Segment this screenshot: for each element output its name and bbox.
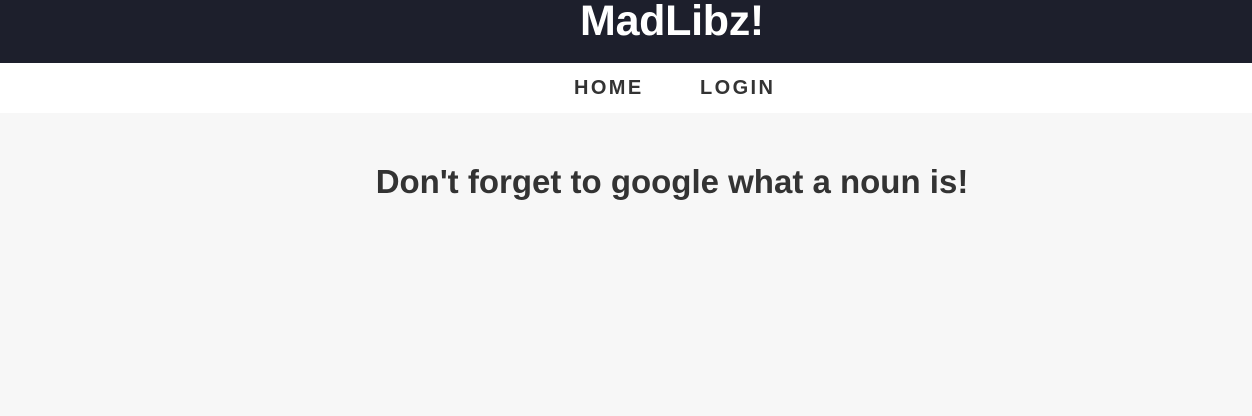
- nav-link-login[interactable]: LOGIN: [700, 77, 775, 99]
- nav-link-home[interactable]: HOME: [574, 77, 644, 99]
- page-heading: Don't forget to google what a noun is!: [375, 163, 969, 200]
- site-header: MadLibz!: [0, 0, 1252, 63]
- site-title: MadLibz!: [580, 0, 764, 45]
- nav-bar: HOME LOGIN: [0, 63, 1252, 113]
- main-content: Don't forget to google what a noun is!: [0, 113, 1252, 416]
